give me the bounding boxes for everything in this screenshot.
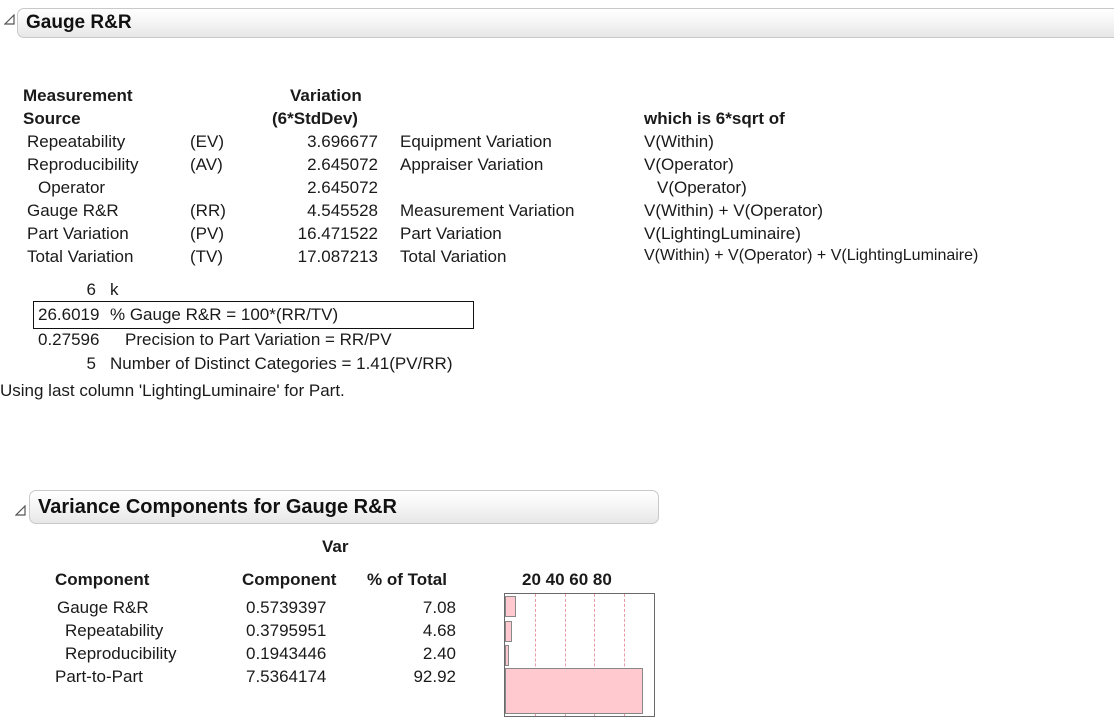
axis-labels: 20 40 60 80 (522, 570, 612, 589)
pct-bar (505, 621, 512, 642)
vc-component: Gauge R&R (57, 598, 149, 617)
var-component-header: Component (242, 570, 337, 589)
row-abbr: (TV) (190, 247, 224, 266)
vc-var-component: 0.1943446 (246, 644, 327, 663)
measurement-header: Measurement (23, 86, 133, 105)
disclosure-triangle-icon[interactable] (4, 14, 16, 26)
part-column-note: Using last column 'LightingLuminaire' fo… (0, 381, 345, 400)
which-header: which is 6*sqrt of (644, 109, 785, 128)
variance-components-header[interactable]: Variance Components for Gauge R&R (29, 490, 659, 524)
row-abbr: (EV) (190, 132, 224, 151)
row-value: 2.645072 (307, 155, 378, 174)
vc-component: Reproducibility (65, 644, 177, 663)
pct-bar (505, 645, 509, 666)
stddev-header: (6*StdDev) (272, 109, 358, 128)
row-formula: V(Operator) (657, 178, 747, 197)
component-header: Component (55, 570, 150, 589)
row-value: 4.545528 (307, 201, 378, 220)
row-abbr: (AV) (190, 155, 223, 174)
row-description: Measurement Variation (400, 201, 575, 220)
variance-components-title: Variance Components for Gauge R&R (38, 495, 397, 518)
gauge-rr-header[interactable]: Gauge R&R (17, 8, 1114, 38)
pct-total-bar-chart (504, 593, 655, 717)
vc-component: Part-to-Part (55, 667, 143, 686)
vc-pct: 92.92 (413, 667, 456, 686)
gauge-rr-title: Gauge R&R (26, 12, 132, 33)
row-source: Reproducibility (27, 155, 139, 174)
row-description: Appraiser Variation (400, 155, 544, 174)
pct-total-header: % of Total (367, 570, 447, 589)
vc-var-component: 0.5739397 (246, 598, 327, 617)
variation-header: Variation (290, 86, 362, 105)
source-header: Source (23, 109, 81, 128)
vc-var-component: 7.5364174 (246, 667, 327, 686)
row-abbr: (PV) (190, 224, 224, 243)
stat-label-k: k (110, 280, 119, 299)
row-formula: V(LightingLuminaire) (644, 224, 801, 243)
row-formula: V(Within) + V(Operator) + V(LightingLumi… (644, 247, 979, 264)
pct-bar (505, 596, 516, 617)
stat-label-pct-gauge-rr: % Gauge R&R = 100*(RR/TV) (110, 305, 339, 324)
row-source: Gauge R&R (27, 201, 119, 220)
vc-component: Repeatability (65, 621, 164, 640)
disclosure-triangle-icon[interactable] (15, 505, 27, 517)
vc-pct: 7.08 (422, 598, 456, 617)
vc-var-component: 0.3795951 (246, 621, 327, 640)
row-formula: V(Operator) (644, 155, 734, 174)
row-value: 17.087213 (297, 247, 378, 266)
stat-label-ndc: Number of Distinct Categories = 1.41(PV/… (110, 354, 453, 373)
pct-bar (505, 668, 644, 714)
stat-value-pct-gauge-rr: 26.6019 (38, 305, 100, 324)
row-value: 3.696677 (307, 132, 378, 151)
row-formula: V(Within) + V(Operator) (644, 201, 824, 220)
row-source: Operator (38, 178, 106, 197)
stat-value-precision: 0.27596 (38, 330, 100, 349)
row-description: Total Variation (400, 247, 507, 266)
stat-label-precision: Precision to Part Variation = RR/PV (125, 330, 392, 349)
vc-pct: 2.40 (422, 644, 456, 663)
row-value: 2.645072 (307, 178, 378, 197)
row-formula: V(Within) (644, 132, 714, 151)
vc-pct: 4.68 (422, 621, 456, 640)
stat-value-k: 6 (86, 280, 96, 299)
row-abbr: (RR) (190, 201, 226, 220)
row-value: 16.471522 (297, 224, 378, 243)
row-source: Total Variation (27, 247, 134, 266)
row-description: Equipment Variation (400, 132, 552, 151)
row-source: Part Variation (27, 224, 129, 243)
var-header: Var (322, 537, 349, 556)
row-source: Repeatability (27, 132, 126, 151)
stat-value-ndc: 5 (86, 354, 96, 373)
row-description: Part Variation (400, 224, 502, 243)
